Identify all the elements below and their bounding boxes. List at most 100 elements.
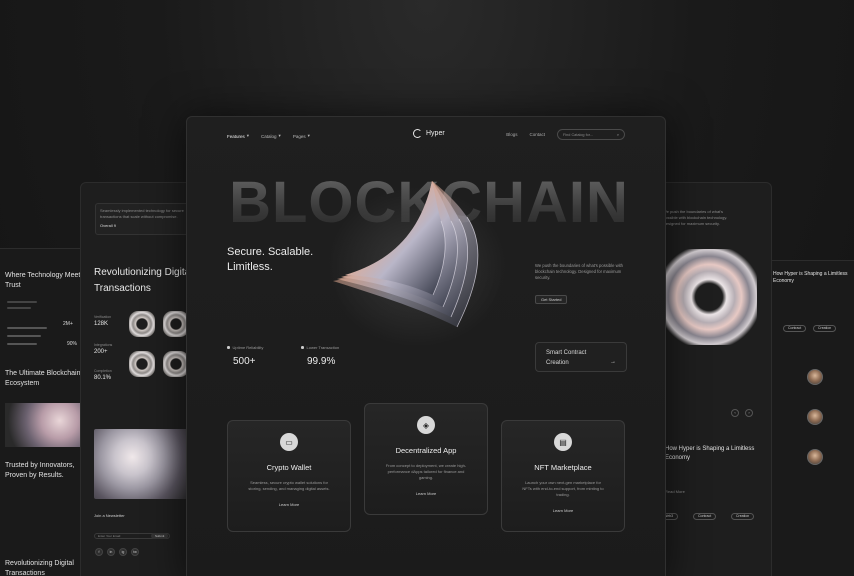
chevron-down-icon: ▾ [246, 133, 250, 138]
bullet-icon [227, 346, 230, 349]
far-left-heading: The Ultimate Blockchain Ecosystem [5, 370, 81, 387]
far-left-bar [7, 335, 41, 337]
far-right-heading: How Hyper is Shaping a Limitless Economy [773, 271, 848, 284]
get-started-button[interactable]: Get Started [535, 295, 568, 304]
chevron-down-icon: ▾ [278, 133, 281, 138]
far-left-line [7, 307, 31, 309]
info-box-text: Seamlessly implemented technology for se… [100, 208, 184, 219]
service-card-dapp[interactable]: ◈ Decentralized App From concept to depl… [364, 403, 488, 515]
left-stat-label: Verification [94, 315, 112, 319]
tag-pill[interactable]: Contract [693, 513, 717, 520]
left-stat: Completion 80.1% [94, 369, 112, 381]
chevron-down-icon: ▾ [307, 133, 310, 138]
far-left-line [7, 301, 37, 303]
stat-uptime: Uptime Reliability 500+ [227, 345, 263, 367]
tag-pill[interactable]: Contract [783, 325, 807, 332]
facebook-icon[interactable]: f [95, 548, 103, 556]
far-left-bar [7, 327, 47, 329]
search-icon: ⌕ [616, 132, 619, 137]
learn-more-link[interactable]: Learn More [365, 491, 487, 496]
stat-transaction: Lower Transaction 99.9% [301, 345, 339, 367]
instagram-icon[interactable]: ig [119, 548, 127, 556]
left-stat-value: 80.1% [94, 375, 112, 381]
right-panel-copy: We push the boundaries of what's possibl… [663, 209, 728, 226]
learn-more-link[interactable]: Learn More [502, 508, 624, 513]
right-preview-panel: We push the boundaries of what's possibl… [650, 182, 772, 576]
avatar [807, 409, 823, 425]
stat-label: Uptime Reliability [227, 345, 263, 350]
cube-icon: ◈ [417, 416, 435, 434]
nav-links: Features ▾ Catalog ▾ Pages ▾ [227, 133, 310, 139]
logo-icon [413, 129, 422, 138]
avatar [807, 369, 823, 385]
far-left-bar [7, 343, 37, 345]
wallet-icon: ▭ [280, 433, 298, 451]
far-left-heading: Where Technology Meets Trust [5, 272, 84, 289]
hero-copy: We push the boundaries of what's possibl… [535, 263, 624, 280]
tag-pill[interactable]: Creation [813, 325, 837, 332]
newsletter-label: Join a Newsletter [94, 513, 125, 518]
left-stat-value: 200+ [94, 349, 108, 355]
read-more-link[interactable]: Read More [665, 489, 685, 495]
nav-blogs-link[interactable]: Blogs [506, 132, 517, 137]
stat-value: 99.9% [307, 356, 336, 367]
far-left-preview-panel: Where Technology Meets Trust 2M+ 90% The… [0, 248, 90, 576]
next-arrow-icon[interactable]: › [745, 409, 753, 417]
far-left-heading: Revolutionizing Digital Transactions [5, 560, 74, 576]
far-left-heading: Trusted by Innovators, Proven by Results… [5, 462, 75, 479]
service-card-wallet[interactable]: ▭ Crypto Wallet Seamless, secure crypto … [227, 420, 351, 532]
stat-value: 500+ [233, 356, 256, 367]
stat-label: Lower Transaction [301, 345, 339, 350]
left-stat-value: 128K [94, 321, 109, 327]
ring-image [129, 351, 155, 377]
info-box-label: Overall 9 [100, 223, 117, 228]
nav-catalog[interactable]: Catalog ▾ [261, 133, 281, 139]
smart-contract-button[interactable]: Smart Contract Creation → [535, 342, 627, 372]
search-input[interactable]: Find Catalog for... ⌕ [557, 129, 625, 140]
left-stat: Integrations 200+ [94, 343, 112, 355]
left-stat-label: Integrations [94, 343, 113, 347]
learn-more-link[interactable]: Learn More [228, 502, 350, 507]
card-desc: Launch your own next-gen marketplace for… [522, 480, 604, 497]
stat-label-text: Uptime Reliability [232, 345, 264, 350]
coral-image [94, 429, 190, 499]
card-title: Decentralized App [395, 446, 457, 455]
far-left-stat: 2M+ [63, 321, 73, 327]
store-icon: ▤ [554, 433, 572, 451]
prev-arrow-icon[interactable]: ‹ [731, 409, 739, 417]
ring-image [129, 311, 155, 337]
twitter-icon[interactable]: tw [131, 548, 139, 556]
nav-features-label: Features [227, 133, 245, 139]
far-left-stat: 90% [67, 341, 78, 347]
nav-pages-label: Pages [292, 133, 306, 139]
service-card-nft[interactable]: ▤ NFT Marketplace Launch your own next-g… [501, 420, 625, 532]
card-title: NFT Marketplace [534, 463, 592, 472]
nav-right: Blogs Contact Find Catalog for... ⌕ [506, 129, 625, 140]
top-nav: Features ▾ Catalog ▾ Pages ▾ Hyper Blogs Co… [227, 129, 625, 143]
nav-features[interactable]: Features ▾ [227, 133, 249, 139]
nav-catalog-label: Catalog [261, 133, 277, 139]
right-panel-title: How Hyper is Shaping a Limitless Economy [665, 446, 755, 461]
smart-contract-line2: Creation [546, 360, 569, 366]
info-box: Seamlessly implemented technology for se… [95, 203, 191, 235]
nav-pages[interactable]: Pages ▾ [293, 133, 310, 139]
left-stat-label: Completion [94, 369, 112, 373]
search-placeholder: Find Catalog for... [563, 132, 593, 137]
stat-label-text: Lower Transaction [306, 345, 340, 350]
smart-contract-line1: Smart Contract [546, 350, 587, 356]
newsletter-submit-button[interactable]: Submit [151, 533, 169, 539]
logo[interactable]: Hyper [413, 129, 445, 138]
bullet-icon [301, 346, 304, 349]
hero-title: Secure. Scalable. Limitless. [227, 246, 314, 273]
card-desc: From concept to deployment, we create hi… [385, 463, 467, 480]
left-stat: Verification 128K [94, 315, 111, 327]
nav-contact-link[interactable]: Contact [529, 132, 545, 137]
linkedin-icon[interactable]: in [107, 548, 115, 556]
arrow-right-icon: → [610, 359, 616, 365]
logo-text: Hyper [426, 130, 445, 137]
card-desc: Seamless, secure crypto wallet solutions… [248, 480, 330, 491]
avatar [807, 449, 823, 465]
tag-pill[interactable]: Creation [731, 513, 755, 520]
card-title: Crypto Wallet [266, 463, 312, 472]
coral-image [5, 403, 83, 447]
